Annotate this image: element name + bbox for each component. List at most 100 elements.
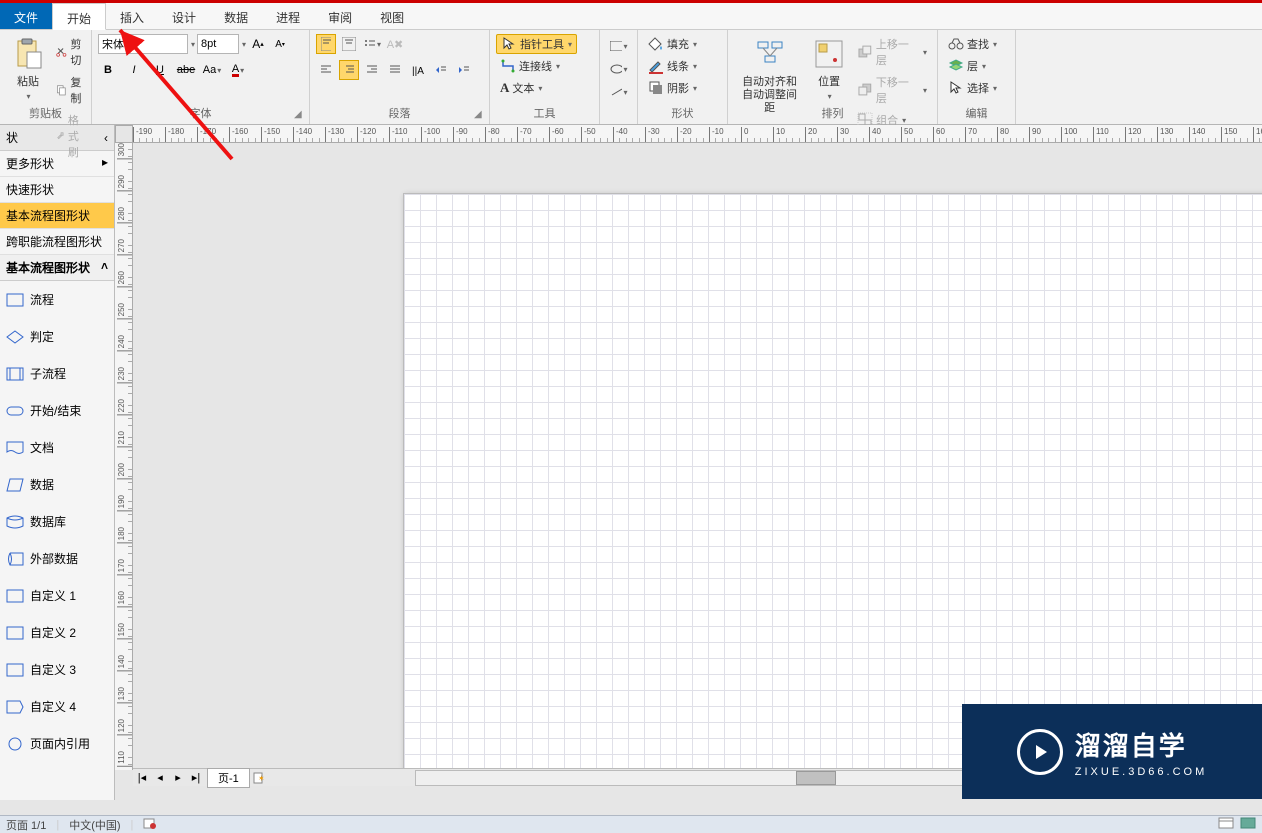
shape-item-7[interactable]: 外部数据 [0,540,114,577]
align-top-center-button[interactable] [339,34,359,54]
paste-button[interactable]: 粘贴▾ [6,34,50,106]
select-button[interactable]: 选择▾ [944,78,1001,98]
text-direction-button[interactable]: ||A [408,60,428,80]
shape-preview-icon [6,441,24,455]
line-button[interactable]: ▾ [609,82,629,102]
copy-button[interactable]: 复制 [52,72,90,108]
quick-shapes-cat[interactable]: 快速形状 [0,177,114,203]
page-grid [403,193,1262,770]
shape-item-4[interactable]: 文档 [0,429,114,466]
bring-forward-button[interactable]: 上移一层▾ [853,34,931,70]
prev-page-button[interactable]: ◂ [151,770,169,786]
first-page-button[interactable]: |◂ [133,770,151,786]
decrease-indent-button[interactable] [431,60,451,80]
canvas-scroll[interactable] [133,143,1262,770]
font-size-input[interactable] [197,34,239,54]
shape-item-8[interactable]: 自定义 1 [0,577,114,614]
strikethrough-button[interactable]: abe [176,60,196,80]
align-top-left-button[interactable] [316,34,336,54]
pointer-tool-button[interactable]: 指针工具▾ [496,34,577,54]
bold-button[interactable]: B [98,60,118,80]
italic-button[interactable]: I [124,60,144,80]
shape-preview-icon [6,478,24,492]
cut-button[interactable]: 剪切 [52,34,90,70]
tab-home[interactable]: 开始 [52,3,106,30]
cross-functional-cat[interactable]: 跨职能流程图形状 [0,229,114,255]
next-page-button[interactable]: ▸ [169,770,187,786]
connector-tool-button[interactable]: 连接线▾ [496,56,564,76]
basic-flowchart-cat[interactable]: 基本流程图形状 [0,203,114,229]
language-indicator[interactable]: 中文(中国) [69,817,120,833]
paste-icon [12,38,44,70]
shape-item-12[interactable]: 页面内引用 [0,725,114,762]
tab-file[interactable]: 文件 [0,3,52,29]
shape-item-0[interactable]: 流程 [0,281,114,318]
increase-indent-button[interactable] [454,60,474,80]
paragraph-dialog-launcher[interactable]: ◢ [474,109,487,122]
shape-preview-icon [6,626,24,640]
shapes-list: 流程判定子流程开始/结束文档数据数据库外部数据自定义 1自定义 2自定义 3自定… [0,281,114,800]
line-style-button[interactable]: 线条▾ [644,56,701,76]
position-button[interactable]: 位置▾ [807,34,851,106]
align-center-button[interactable] [339,60,359,80]
paste-label: 粘贴 [17,76,39,89]
align-left-button[interactable] [316,60,336,80]
macro-record-button[interactable] [143,817,157,832]
font-size-dropdown-icon[interactable]: ▾ [242,40,246,49]
layers-button[interactable]: 层▾ [944,56,990,76]
tab-data[interactable]: 数据 [210,3,262,29]
tab-view[interactable]: 视图 [366,3,418,29]
watermark-play-icon [1017,729,1063,775]
font-dialog-launcher[interactable]: ◢ [294,109,307,122]
full-screen-button[interactable] [1240,817,1256,832]
h-scroll-thumb[interactable] [796,771,836,785]
increase-font-button[interactable]: A▴ [248,34,268,54]
line-label: 线条 [667,58,689,74]
align-right-button[interactable] [362,60,382,80]
tab-review[interactable]: 审阅 [314,3,366,29]
canvas-area: -190-180-170-160-150-140-130-120-110-100… [115,125,1262,800]
font-name-input[interactable] [98,34,188,54]
ellipse-button[interactable]: ▾ [609,59,629,79]
change-case-button[interactable]: Aa▾ [202,60,222,80]
justify-button[interactable] [385,60,405,80]
page-1-tab[interactable]: 页-1 [207,768,250,788]
new-page-button[interactable]: ✶ [250,770,268,786]
shadow-label: 阴影 [667,80,689,96]
shape-item-5[interactable]: 数据 [0,466,114,503]
shape-item-10[interactable]: 自定义 3 [0,651,114,688]
drawing-page[interactable] [403,193,1262,770]
normal-view-button[interactable] [1218,817,1234,832]
position-label: 位置 [818,76,840,89]
fill-button[interactable]: 填充▾ [644,34,701,54]
underline-button[interactable]: U [150,60,170,80]
bring-forward-icon [857,44,873,60]
find-button[interactable]: 查找▾ [944,34,1001,54]
text-tool-button[interactable]: A文本▾ [496,78,546,98]
shape-item-3[interactable]: 开始/结束 [0,392,114,429]
vertical-ruler[interactable]: 3002902802702602502402302202102001901801… [115,143,133,770]
auto-align-button[interactable]: 自动对齐和自动调整间距 [734,34,805,120]
chevron-up-icon[interactable]: ˄ [101,259,108,276]
last-page-button[interactable]: ▸| [187,770,205,786]
decrease-font-button[interactable]: A▾ [270,34,290,54]
shape-item-2[interactable]: 子流程 [0,355,114,392]
send-backward-button[interactable]: 下移一层▾ [853,72,931,108]
shape-item-6[interactable]: 数据库 [0,503,114,540]
shape-item-9[interactable]: 自定义 2 [0,614,114,651]
tab-process[interactable]: 进程 [262,3,314,29]
font-color-button[interactable]: A▾ [228,60,248,80]
tab-insert[interactable]: 插入 [106,3,158,29]
font-name-dropdown-icon[interactable]: ▾ [191,40,195,49]
clear-format-button[interactable]: A✖ [385,34,405,54]
bullets-button[interactable]: ▾ [362,34,382,54]
shape-item-11[interactable]: 自定义 4 [0,688,114,725]
shadow-button[interactable]: 阴影▾ [644,78,701,98]
outdent-icon [434,63,448,77]
shape-item-1[interactable]: 判定 [0,318,114,355]
horizontal-ruler[interactable]: -190-180-170-160-150-140-130-120-110-100… [133,125,1262,143]
chevron-left-icon[interactable]: ‹ [104,131,108,145]
tab-design[interactable]: 设计 [158,3,210,29]
shape-item-label: 子流程 [30,365,66,382]
rectangle-button[interactable]: ▾ [609,36,629,56]
